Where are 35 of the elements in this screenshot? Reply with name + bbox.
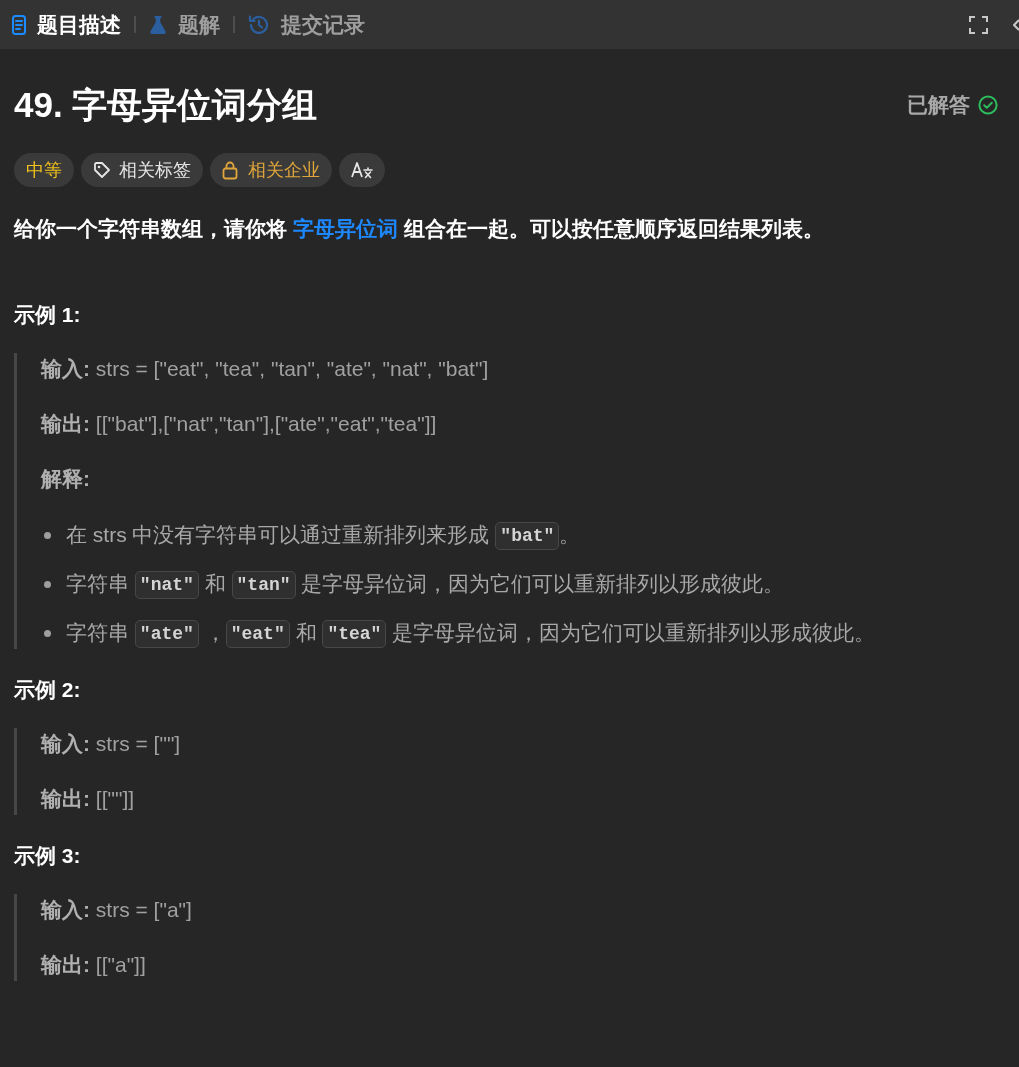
fullscreen-icon[interactable] (969, 15, 988, 34)
example-title: 示例 2: (14, 677, 81, 703)
problem-description: 给你一个字符串数组，请你将 字母异位词 组合在一起。可以按任意顺序返回结果列表。 (14, 216, 824, 242)
tag-icon (93, 161, 111, 179)
bullet-icon (44, 580, 51, 588)
explanation-label: 解释: (41, 466, 90, 492)
companies-button[interactable]: 相关企业 (210, 153, 332, 187)
example-title: 示例 3: (14, 843, 81, 869)
bullet-icon (44, 629, 51, 637)
problem-title: 49. 字母异位词分组 (14, 84, 318, 126)
history-icon (248, 13, 270, 36)
difficulty-badge: 中等 (14, 153, 74, 187)
tab[interactable]: 题目描述 (12, 9, 121, 40)
example-line: 输出: [["bat"],["nat","tan"],["ate","eat","tea"]] (41, 411, 437, 437)
bullet-icon (44, 531, 51, 539)
explanation-item: 字符串 "nat" 和 "tan" 是字母异位词，因为它们可以重新排列以形成彼此。 (66, 568, 785, 600)
example-line: 输入: strs = [""] (41, 731, 181, 757)
translate-icon (351, 161, 373, 179)
topics-button[interactable]: 相关标签 (81, 153, 203, 187)
tab[interactable]: 题解 (149, 9, 220, 40)
document-icon (12, 14, 26, 35)
solved-status: 已解答 (907, 92, 970, 118)
example-line: 输入: strs = ["a"] (41, 897, 192, 923)
explanation-item: 在 strs 中没有字符串可以通过重新排列来形成 "bat" 。 (66, 519, 581, 551)
tab[interactable]: 提交记录 (248, 9, 365, 40)
lock-icon (222, 160, 238, 180)
explanation-item: 字符串 "ate" ， "eat" 和 "tea" 是字母异位词，因为它们可以重新排列以形成彼此。 (66, 617, 876, 649)
example-title: 示例 1: (14, 302, 81, 328)
chevron-icon[interactable] (1013, 17, 1019, 32)
example-line: 输出: [[""]] (41, 786, 135, 812)
example-line: 输出: [["a"]] (41, 952, 146, 978)
description-link[interactable]: 字母异位词 (292, 217, 398, 240)
translate-button[interactable] (339, 153, 385, 187)
flask-icon (149, 14, 167, 35)
example-line: 输入: strs = ["eat", "tea", "tan", "ate", "nat", "bat"] (41, 356, 489, 382)
